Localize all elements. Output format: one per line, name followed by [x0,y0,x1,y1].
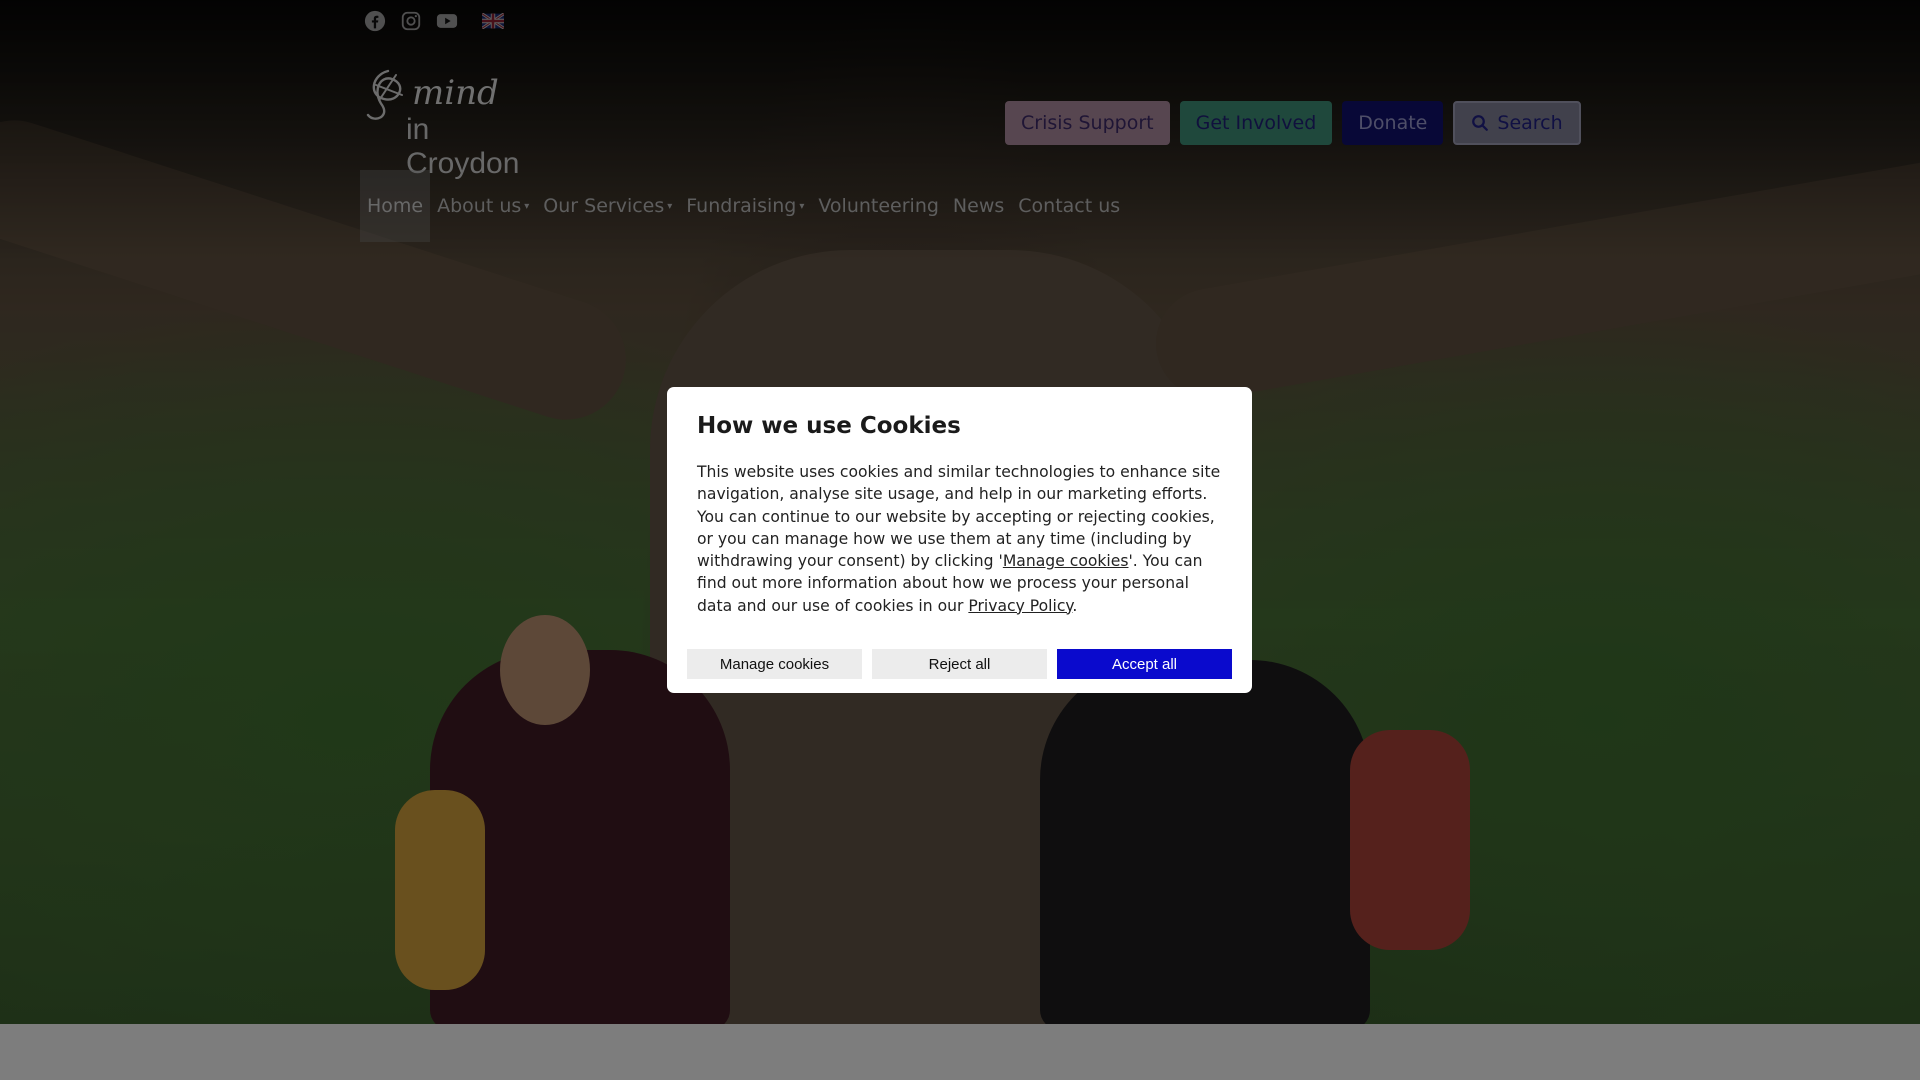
cookie-text-part3: . [1072,596,1078,615]
cookie-consent-dialog: How we use Cookies This website uses coo… [667,387,1252,693]
accept-all-button[interactable]: Accept all [1057,649,1232,679]
manage-cookies-button[interactable]: Manage cookies [687,649,862,679]
cookie-dialog-text: This website uses cookies and similar te… [697,461,1222,617]
privacy-policy-link[interactable]: Privacy Policy [968,597,1072,615]
cookie-dialog-title: How we use Cookies [697,413,961,439]
cookie-dialog-actions: Manage cookies Reject all Accept all [687,649,1232,679]
reject-all-button[interactable]: Reject all [872,649,1047,679]
manage-cookies-link[interactable]: Manage cookies [1003,552,1129,570]
